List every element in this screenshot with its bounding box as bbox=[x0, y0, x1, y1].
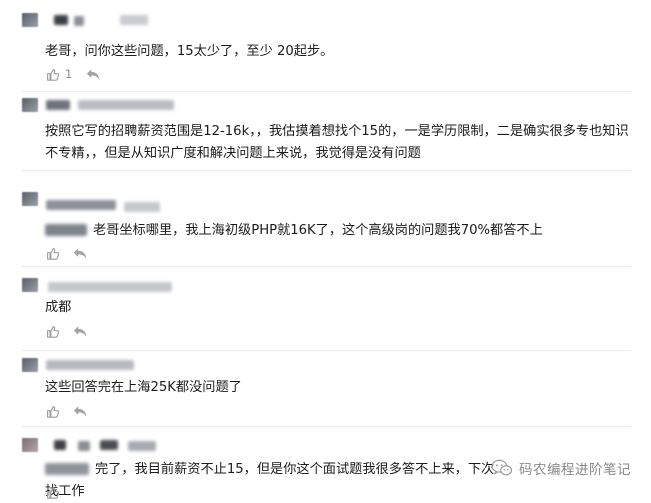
reply-icon bbox=[73, 325, 87, 337]
reply-icon bbox=[87, 68, 100, 80]
comment-actions bbox=[46, 404, 101, 418]
watermark: 码农编程进阶笔记 bbox=[491, 458, 631, 478]
thumbs-up-icon bbox=[47, 325, 59, 338]
avatar[interactable] bbox=[22, 13, 38, 27]
reply-button[interactable] bbox=[86, 68, 100, 81]
comment-item: 这些回答完在上海25K都没问题了 bbox=[0, 350, 651, 426]
username[interactable] bbox=[74, 16, 84, 26]
username[interactable] bbox=[100, 440, 118, 450]
username[interactable] bbox=[124, 202, 160, 212]
comment-text: 这些回答完在上海25K都没问题了 bbox=[45, 380, 242, 395]
comment-text: 老哥，问你这些问题，15太少了，至少 20起步。 bbox=[45, 44, 334, 59]
reply-button[interactable] bbox=[73, 325, 87, 338]
comment-actions bbox=[46, 246, 101, 260]
username[interactable] bbox=[120, 15, 148, 25]
reply-button[interactable] bbox=[73, 247, 87, 260]
thumbs-up-icon bbox=[47, 405, 59, 418]
username[interactable] bbox=[46, 360, 134, 370]
comment-item: 老哥，问你这些问题，15太少了，至少 20起步。 1 bbox=[0, 0, 651, 92]
comment-text: 完了，我目前薪资不止15，但是你这个面试题我很多答不上来，下次找工作 bbox=[45, 459, 501, 503]
comment-text: 成都 bbox=[45, 300, 72, 315]
like-button[interactable] bbox=[46, 405, 59, 418]
avatar[interactable] bbox=[22, 358, 38, 372]
like-button[interactable] bbox=[46, 486, 59, 499]
username[interactable] bbox=[78, 441, 90, 451]
username[interactable] bbox=[46, 200, 116, 210]
like-count: 1 bbox=[65, 67, 73, 81]
reply-button[interactable] bbox=[73, 405, 87, 418]
comment-text-body: 完了，我目前薪资不止15，但是你这个面试题我很多答不上来，下次找工作 bbox=[45, 462, 495, 499]
comment-item: 成都 bbox=[0, 266, 651, 350]
username[interactable] bbox=[128, 441, 156, 451]
username[interactable] bbox=[54, 15, 68, 25]
comment-actions bbox=[46, 485, 73, 499]
comment-actions bbox=[46, 324, 101, 338]
reply-icon bbox=[73, 247, 87, 259]
comment-actions: 1 bbox=[46, 67, 114, 81]
like-button[interactable] bbox=[46, 325, 59, 338]
thumbs-up-icon bbox=[47, 68, 59, 81]
username[interactable] bbox=[48, 282, 172, 292]
comment-text: 老哥坐标哪里，我上海初级PHP就16K了，这个高级岗的问题我70%都答不上 bbox=[45, 220, 637, 242]
mention-blur[interactable] bbox=[45, 224, 87, 236]
comment-text: 按照它写的招聘薪资范围是12-16k，，我估摸着想找个15的，一是学历限制，二是… bbox=[45, 124, 629, 161]
comment-text-body: 老哥坐标哪里，我上海初级PHP就16K了，这个高级岗的问题我70%都答不上 bbox=[93, 223, 543, 238]
wechat-icon bbox=[491, 459, 513, 476]
comment-item: 按照它写的招聘薪资范围是12-16k，，我估摸着想找个15的，一是学历限制，二是… bbox=[0, 92, 651, 168]
watermark-text: 码农编程进阶笔记 bbox=[519, 462, 631, 478]
thumbs-up-icon bbox=[47, 486, 59, 499]
avatar[interactable] bbox=[22, 278, 38, 292]
like-button[interactable]: 1 bbox=[46, 67, 72, 81]
username[interactable] bbox=[78, 100, 174, 110]
like-button[interactable] bbox=[46, 247, 59, 260]
comment-item: 老哥坐标哪里，我上海初级PHP就16K了，这个高级岗的问题我70%都答不上 bbox=[0, 168, 651, 266]
reply-icon bbox=[73, 405, 87, 417]
thumbs-up-icon bbox=[47, 247, 59, 260]
avatar[interactable] bbox=[22, 98, 38, 112]
avatar[interactable] bbox=[22, 192, 38, 206]
username[interactable] bbox=[54, 440, 66, 450]
username[interactable] bbox=[46, 100, 70, 110]
mention-blur[interactable] bbox=[45, 463, 89, 475]
divider bbox=[22, 170, 631, 171]
avatar[interactable] bbox=[22, 438, 38, 452]
